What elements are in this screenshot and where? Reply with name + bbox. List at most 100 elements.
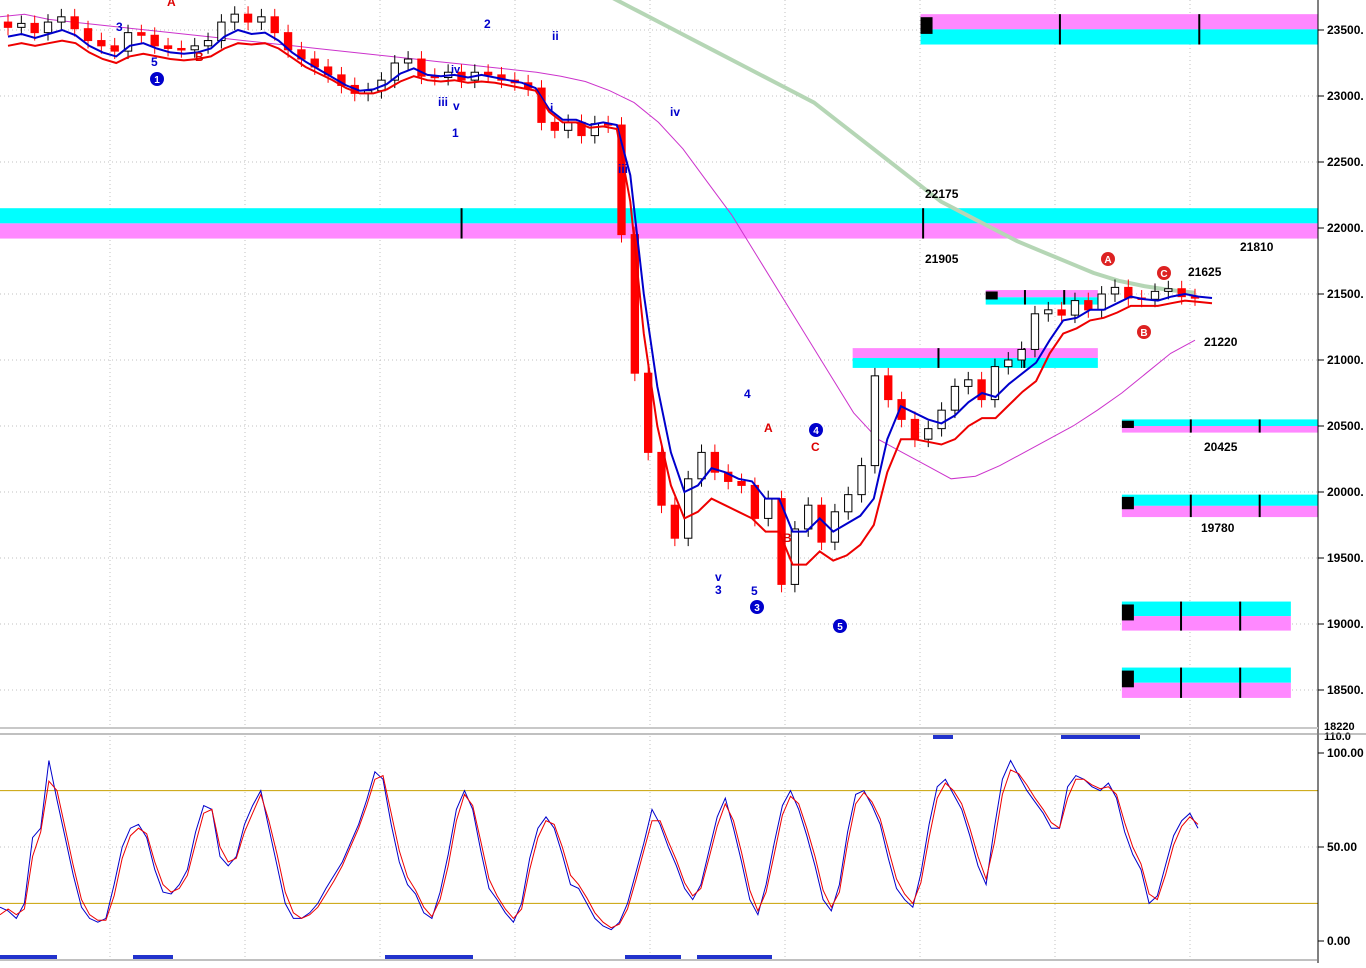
osc-marker-bar bbox=[625, 955, 681, 959]
candle-body bbox=[884, 375, 893, 401]
axis-tick-label: 23000. bbox=[1327, 89, 1364, 103]
candle-body bbox=[790, 528, 800, 585]
wave-label: v bbox=[453, 99, 460, 113]
candle-body bbox=[1097, 293, 1106, 311]
wave-label: v bbox=[715, 570, 722, 584]
candle-body bbox=[43, 21, 53, 34]
candle-body bbox=[804, 504, 813, 530]
circle-label-blue: 3 bbox=[750, 600, 764, 614]
candle-body bbox=[750, 484, 760, 519]
moving-averages bbox=[0, 0, 1196, 480]
candle-body bbox=[550, 121, 559, 131]
osc-marker-bar bbox=[133, 955, 173, 959]
candle-body bbox=[17, 22, 26, 28]
level-zone bbox=[0, 208, 1319, 224]
level-label: 21810 bbox=[1240, 240, 1274, 254]
axis-tick-label: 22000. bbox=[1327, 221, 1364, 235]
candle-body bbox=[910, 418, 920, 440]
candle-body bbox=[977, 379, 986, 401]
axis-tick-label: 20000. bbox=[1327, 485, 1364, 499]
axis-tick-label: 50.00 bbox=[1327, 840, 1357, 854]
candle-body bbox=[257, 16, 266, 23]
fast-band-line bbox=[7, 28, 1213, 533]
level-zone bbox=[852, 358, 1098, 368]
axis-tick-label: 20500. bbox=[1327, 419, 1364, 433]
candle-body bbox=[97, 40, 106, 47]
level-zone bbox=[985, 297, 1098, 305]
zone-marker bbox=[920, 17, 933, 34]
candle-body bbox=[403, 58, 413, 64]
axis-tick-label: 19500. bbox=[1327, 551, 1364, 565]
level-zones bbox=[0, 14, 1319, 698]
candle-body bbox=[70, 16, 79, 30]
level-zone bbox=[920, 29, 1319, 45]
chart-canvas: 3 5 2 iv v iii 1 ii i iv iii 4 v 3 5 A B… bbox=[0, 0, 1366, 963]
zone-marker bbox=[985, 291, 998, 300]
candle-body bbox=[697, 451, 706, 480]
wave-label: 2 bbox=[484, 17, 491, 31]
candle-body bbox=[964, 379, 973, 387]
candle-body bbox=[137, 32, 146, 36]
candle-body bbox=[737, 480, 746, 486]
wave-label: iii bbox=[618, 162, 628, 176]
candle-body bbox=[1150, 290, 1160, 300]
candle-body bbox=[1084, 300, 1093, 311]
wave-label: A bbox=[764, 421, 773, 435]
level-zone bbox=[985, 290, 1098, 298]
level-zone bbox=[0, 223, 1319, 239]
candle-body bbox=[483, 71, 493, 76]
wave-label: 3 bbox=[715, 583, 722, 597]
candle-body bbox=[830, 511, 840, 543]
candle-body bbox=[57, 16, 66, 23]
price-axis[interactable]: 23500. 23000. 22500. 22000. 21500. 21000. 2050… bbox=[1317, 0, 1366, 963]
wave-label: i bbox=[550, 101, 553, 115]
circle-label-blue: 5 bbox=[833, 619, 847, 633]
zone-marker bbox=[1121, 604, 1134, 621]
wave-labels: 3 5 2 iv v iii 1 ii i iv iii 4 v 3 5 A B… bbox=[116, 0, 1274, 633]
osc-d-line bbox=[0, 769, 1199, 929]
zone-marker bbox=[1121, 670, 1134, 688]
svg-text:1: 1 bbox=[154, 75, 160, 86]
svg-text:5: 5 bbox=[837, 622, 843, 633]
candle-body bbox=[657, 451, 666, 506]
oscillator-panel bbox=[0, 735, 1318, 959]
osc-marker-bar bbox=[933, 735, 953, 739]
svg-text:3: 3 bbox=[754, 603, 760, 614]
osc-marker-bar bbox=[697, 955, 772, 959]
level-label: 22175 bbox=[925, 187, 959, 201]
svg-text:A: A bbox=[1104, 255, 1111, 266]
level-zone bbox=[1121, 682, 1291, 698]
axis-tick-label: 23500. bbox=[1327, 23, 1364, 37]
level-zone bbox=[1121, 601, 1291, 617]
svg-text:4: 4 bbox=[813, 426, 819, 437]
axis-tick-label: 19000. bbox=[1327, 617, 1364, 631]
candle-body bbox=[1004, 359, 1013, 368]
osc-k-line bbox=[0, 759, 1199, 931]
candle-body bbox=[177, 47, 186, 51]
level-label: 21625 bbox=[1188, 265, 1222, 279]
candle-body bbox=[764, 498, 773, 519]
osc-marker-bar bbox=[1061, 735, 1140, 739]
svg-text:C: C bbox=[1160, 269, 1167, 280]
candle-body bbox=[203, 40, 213, 47]
wave-label: 5 bbox=[151, 55, 158, 69]
candle-body bbox=[30, 22, 39, 34]
level-zone bbox=[1121, 419, 1319, 426]
level-label: 21220 bbox=[1204, 335, 1238, 349]
axis-tick-label: 0.00 bbox=[1327, 934, 1351, 948]
wave-label: A bbox=[167, 0, 176, 9]
candle-body bbox=[1044, 309, 1053, 315]
level-zone bbox=[1121, 616, 1291, 631]
level-label: 21905 bbox=[925, 252, 959, 266]
candle-body bbox=[3, 21, 13, 28]
circle-label-blue: 1 bbox=[150, 72, 164, 86]
wave-label: iv bbox=[451, 64, 461, 76]
panel-divider[interactable] bbox=[0, 727, 1318, 729]
candle-body bbox=[1164, 288, 1173, 292]
candle-body bbox=[150, 34, 159, 47]
level-zone bbox=[1121, 494, 1319, 506]
level-label: 20425 bbox=[1204, 440, 1238, 454]
level-zone bbox=[1121, 426, 1319, 433]
axis-tick-label: 21000. bbox=[1327, 353, 1364, 367]
candle-body bbox=[924, 428, 933, 440]
